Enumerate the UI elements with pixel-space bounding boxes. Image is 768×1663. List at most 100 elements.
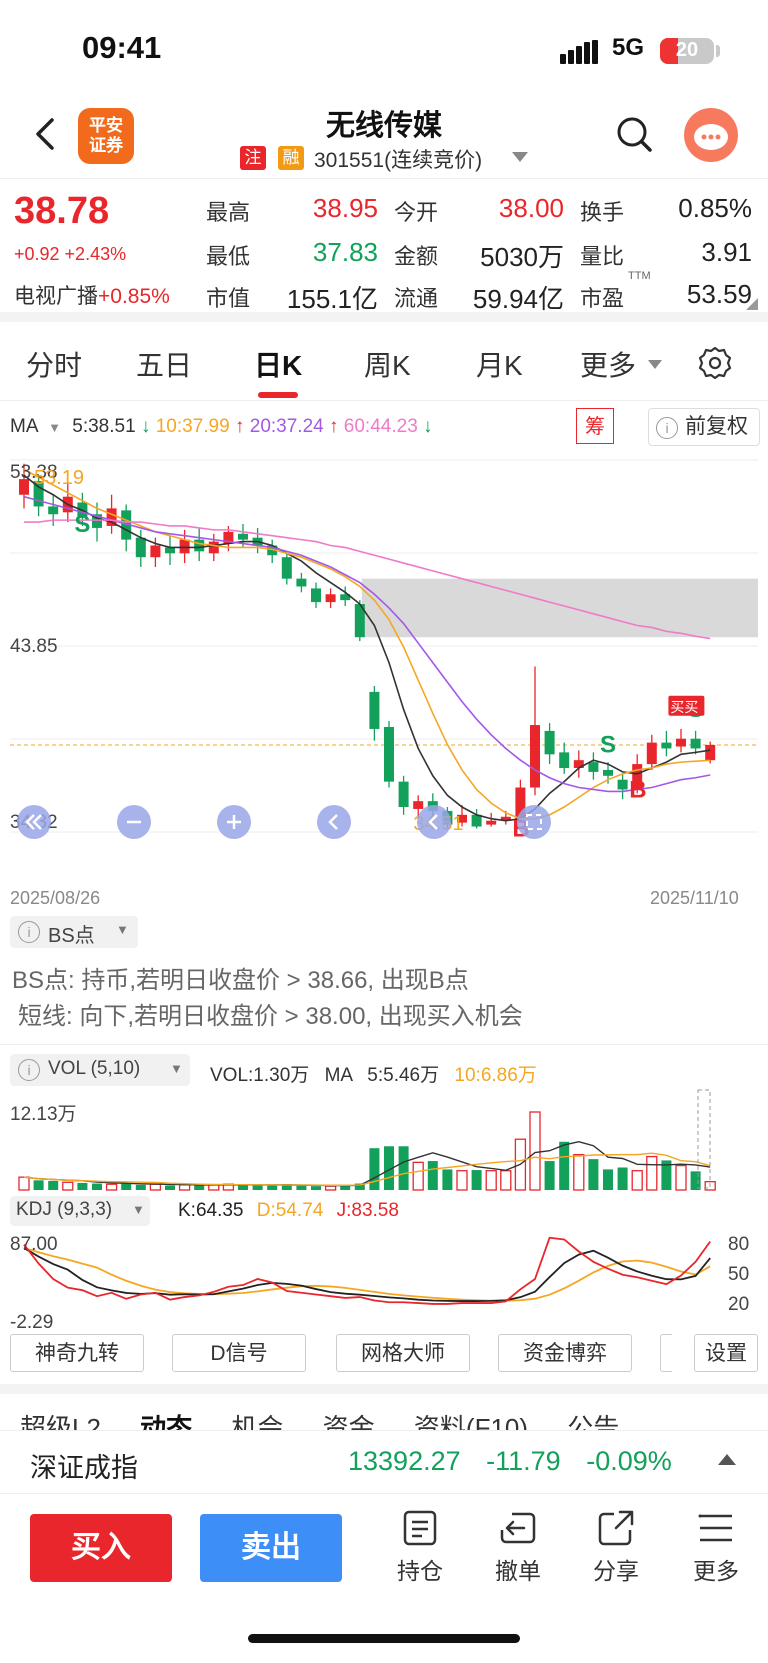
- chip-distribution-button[interactable]: 筹: [576, 408, 614, 444]
- info-icon: i: [656, 417, 678, 439]
- volume-max-label: 12.13万: [10, 1104, 77, 1125]
- nine-turn-button[interactable]: 神奇九转: [10, 1334, 144, 1372]
- gear-icon[interactable]: [696, 344, 734, 382]
- candle-body: [559, 752, 570, 768]
- candle-body: [661, 742, 672, 749]
- vol-indicator-selector[interactable]: i VOL (5,10) ▼: [10, 1054, 190, 1086]
- tab-capital[interactable]: 资金: [323, 1413, 375, 1430]
- quote-label: 金额: [394, 244, 439, 269]
- tab-opportunity[interactable]: 机会: [231, 1413, 283, 1430]
- info-tabs[interactable]: 超级L2 动态 机会 资金 资料(F10) 公告: [20, 1408, 619, 1430]
- candle-body: [413, 801, 424, 809]
- vol-ma-label: MA: [324, 1065, 353, 1086]
- tab-super-l2[interactable]: 超级L2: [20, 1413, 101, 1430]
- indicator-settings-button[interactable]: 设置: [694, 1334, 758, 1372]
- battery-tip: [716, 45, 720, 57]
- quote-value: 3.91: [701, 237, 752, 267]
- sell-button[interactable]: 卖出: [200, 1514, 342, 1582]
- fund-game-button[interactable]: 资金博弈: [498, 1334, 632, 1372]
- volume-bar: [48, 1180, 59, 1190]
- candle-body: [398, 781, 409, 808]
- tab-more[interactable]: 更多: [580, 344, 636, 384]
- volume-bar: [544, 1161, 555, 1190]
- tab-monthly-k[interactable]: 月K: [476, 344, 523, 384]
- positions-button[interactable]: 持仓: [380, 1508, 460, 1586]
- arrow-down-icon: ↓: [135, 416, 156, 437]
- last-price: 38.78: [14, 190, 110, 232]
- volume-bar: [573, 1153, 585, 1191]
- volume-bar: [33, 1180, 44, 1190]
- quote-label: 市值: [206, 286, 251, 311]
- volume-bar: [631, 1170, 643, 1191]
- chevron-down-icon[interactable]: [648, 360, 662, 369]
- positions-label: 持仓: [397, 1558, 443, 1584]
- sector-info[interactable]: 电视广播+0.85%: [14, 280, 170, 310]
- tab-five-day[interactable]: 五日: [136, 344, 192, 384]
- tab-announcement[interactable]: 公告: [567, 1413, 619, 1430]
- kdj-right-label: 20: [728, 1294, 749, 1315]
- candle-body: [544, 730, 555, 755]
- tab-f10[interactable]: 资料(F10): [414, 1413, 528, 1430]
- vol-chip-label: VOL (5,10): [48, 1058, 141, 1079]
- kdj-indicator-selector[interactable]: KDJ (9,3,3) ▼: [10, 1196, 150, 1226]
- menu-icon: [698, 1514, 732, 1542]
- caret-down-icon: ▼: [116, 922, 129, 937]
- ma-legend[interactable]: MA ▼ 5:38.51 ↓ 10:37.99 ↑ 20:37.24 ↑ 60:…: [10, 416, 433, 438]
- avatar[interactable]: [684, 108, 738, 162]
- tab-news[interactable]: 动态: [140, 1413, 192, 1430]
- stock-code[interactable]: 301551(连续竞价): [314, 144, 482, 174]
- volume-bar: [92, 1183, 102, 1190]
- quote-value: 0.85%: [678, 193, 752, 223]
- quote-value: 37.83: [312, 237, 378, 267]
- sector-name: 电视广播: [14, 285, 98, 308]
- more-indicator-button[interactable]: [660, 1334, 672, 1372]
- kdj-chart[interactable]: 87.00 -2.29 80 50 20: [10, 1228, 760, 1332]
- section-divider: [0, 1044, 768, 1045]
- volume-bar: [617, 1167, 628, 1190]
- volume-bar: [18, 1176, 30, 1191]
- volume-bar: [324, 1185, 337, 1191]
- share-button[interactable]: 分享: [576, 1508, 656, 1586]
- volume-bar: [178, 1184, 191, 1191]
- document-icon: [403, 1510, 437, 1546]
- candle-body: [384, 726, 394, 782]
- more-label: 更多: [693, 1558, 739, 1584]
- bs-indicator-selector[interactable]: i BS点 ▼: [10, 916, 138, 948]
- volume-bar: [675, 1164, 687, 1191]
- grid-master-button[interactable]: 网格大师: [336, 1334, 470, 1372]
- more-button[interactable]: 更多: [676, 1508, 756, 1586]
- candle-body: [135, 537, 146, 558]
- volume-bar: [646, 1155, 658, 1191]
- quote-value: 5030万: [480, 242, 564, 272]
- kline-chart[interactable]: 53.3843.8534.3253.1934.51SBSBS买买: [10, 456, 758, 876]
- caret-down-icon: ▼: [132, 1202, 145, 1217]
- candle-body: [179, 539, 190, 554]
- volume-bar: [529, 1111, 541, 1191]
- fullscreen-icon: [517, 805, 551, 839]
- cellular-signal-icon: [560, 40, 598, 64]
- tab-intraday[interactable]: 分时: [26, 344, 82, 384]
- chevron-down-icon[interactable]: [512, 152, 528, 162]
- kdj-bottom-label: -2.29: [10, 1312, 53, 1332]
- tab-daily-k[interactable]: 日K: [254, 344, 302, 384]
- index-value: 13392.27: [348, 1446, 461, 1476]
- volume-bar: [311, 1186, 321, 1190]
- kdj-top-label: 87.00: [10, 1234, 58, 1255]
- volume-bar: [427, 1161, 438, 1190]
- d-signal-button[interactable]: D信号: [172, 1334, 306, 1372]
- candle-body: [296, 578, 307, 587]
- buy-button[interactable]: 买入: [30, 1514, 172, 1582]
- chevron-up-icon[interactable]: [718, 1454, 736, 1465]
- volume-chart[interactable]: 12.13万: [10, 1088, 760, 1192]
- tab-weekly-k[interactable]: 周K: [364, 344, 411, 384]
- volume-bar: [471, 1170, 482, 1190]
- section-divider: [0, 1384, 768, 1394]
- volume-bar: [398, 1146, 409, 1190]
- cancel-order-button[interactable]: 撤单: [478, 1508, 558, 1586]
- volume-bar: [559, 1141, 570, 1190]
- corner-fold-icon[interactable]: [746, 298, 758, 310]
- price-change: +0.92 +2.43%: [14, 244, 127, 264]
- buy-tag: 买买: [670, 699, 698, 715]
- search-icon[interactable]: [614, 114, 654, 154]
- ma60-value: 60:44.23: [343, 416, 418, 437]
